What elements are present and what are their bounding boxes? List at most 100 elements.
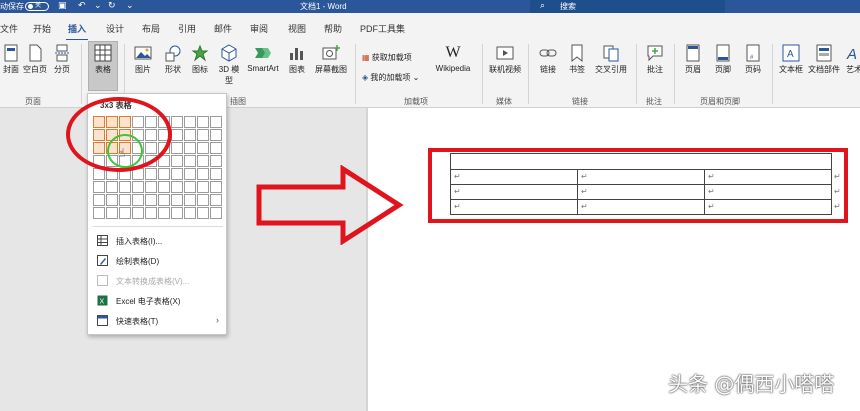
icons-button[interactable]: 图标	[190, 44, 210, 75]
pencil-table-icon	[97, 255, 108, 266]
cover-page-button[interactable]: 封面	[0, 44, 22, 75]
table-grid-cell[interactable]	[197, 116, 209, 128]
table-grid-cell[interactable]	[184, 207, 196, 219]
table-grid-cell[interactable]	[145, 181, 157, 193]
shapes-button[interactable]: 形状	[160, 44, 186, 75]
online-video-button[interactable]: 联机视频	[486, 44, 524, 75]
table-grid-cell[interactable]	[132, 181, 144, 193]
undo-dropdown-icon[interactable]: ⌄	[94, 0, 102, 11]
table-grid-cell[interactable]	[93, 194, 105, 206]
table-grid-cell[interactable]	[210, 207, 222, 219]
table-grid-cell[interactable]	[184, 155, 196, 167]
table-grid-cell[interactable]	[158, 194, 170, 206]
text-box-button[interactable]: A 文本框	[776, 44, 806, 75]
table-grid-cell[interactable]	[184, 194, 196, 206]
table-grid-cell[interactable]	[184, 142, 196, 154]
table-grid-cell[interactable]	[197, 142, 209, 154]
table-button[interactable]: 表格	[88, 44, 118, 75]
my-addins-button[interactable]: ◈ 我的加载项 ⌄	[362, 72, 419, 83]
smartart-button[interactable]: SmartArt	[244, 44, 282, 73]
table-grid-cell[interactable]	[145, 207, 157, 219]
quick-parts-button[interactable]: 文档部件	[806, 44, 842, 75]
table-grid-cell[interactable]	[106, 207, 118, 219]
tab-file[interactable]: 文件	[0, 22, 18, 35]
tab-references[interactable]: 引用	[178, 22, 196, 35]
page-break-button[interactable]: 分页	[50, 44, 74, 75]
table-grid-cell[interactable]	[210, 116, 222, 128]
autosave-toggle[interactable]: 关	[25, 2, 49, 11]
search-box[interactable]: 搜索	[530, 0, 725, 13]
bookmark-button[interactable]: 书签	[564, 44, 590, 75]
table-grid-cell[interactable]	[119, 207, 131, 219]
table-grid-cell[interactable]	[171, 142, 183, 154]
save-icon[interactable]: ▣	[58, 0, 67, 11]
table-grid-cell[interactable]	[119, 194, 131, 206]
customize-qat-icon[interactable]: ⌄	[126, 0, 134, 11]
table-grid-cell[interactable]	[197, 181, 209, 193]
table-grid-cell[interactable]	[210, 129, 222, 141]
ribbon-divider	[81, 44, 82, 104]
pictures-button[interactable]: 图片	[130, 44, 156, 75]
page-number-button[interactable]: # 页码	[740, 44, 766, 75]
table-grid-cell[interactable]	[158, 207, 170, 219]
wordart-button[interactable]: A 艺术	[842, 44, 860, 75]
table-grid-cell[interactable]	[93, 181, 105, 193]
header-icon	[686, 44, 700, 62]
tab-help[interactable]: 帮助	[324, 22, 342, 35]
table-grid-cell[interactable]	[210, 168, 222, 180]
table-grid-cell[interactable]	[210, 181, 222, 193]
table-icon	[97, 235, 108, 246]
tab-design[interactable]: 设计	[106, 22, 124, 35]
table-grid-cell[interactable]	[93, 207, 105, 219]
table-grid-cell[interactable]	[171, 129, 183, 141]
tab-layout[interactable]: 布局	[142, 22, 160, 35]
get-addins-button[interactable]: ▦ 获取加载项	[362, 52, 412, 63]
table-grid-cell[interactable]	[171, 155, 183, 167]
blank-page-button[interactable]: 空白页	[22, 44, 48, 75]
table-grid-cell[interactable]	[171, 207, 183, 219]
smartart-icon	[255, 48, 271, 58]
footer-button[interactable]: 页脚	[710, 44, 736, 75]
link-button[interactable]: 链接	[536, 44, 560, 75]
undo-icon[interactable]: ↶	[78, 0, 86, 11]
comment-button[interactable]: 批注	[642, 44, 668, 75]
table-grid-cell[interactable]	[171, 194, 183, 206]
table-grid-cell[interactable]	[171, 116, 183, 128]
table-grid-cell[interactable]	[106, 194, 118, 206]
table-grid-cell[interactable]	[184, 181, 196, 193]
table-grid-cell[interactable]	[210, 142, 222, 154]
table-grid-cell[interactable]	[171, 181, 183, 193]
wikipedia-button[interactable]: W Wikipedia	[430, 44, 476, 73]
table-grid-cell[interactable]	[197, 207, 209, 219]
table-grid-cell[interactable]	[132, 207, 144, 219]
tab-mailings[interactable]: 邮件	[214, 22, 232, 35]
cross-reference-button[interactable]: 交叉引用	[592, 44, 630, 75]
table-grid-cell[interactable]	[132, 194, 144, 206]
tab-insert[interactable]: 插入	[65, 22, 89, 41]
table-grid-cell[interactable]	[106, 181, 118, 193]
table-grid-cell[interactable]	[119, 181, 131, 193]
chart-button[interactable]: 图表	[286, 44, 308, 75]
table-grid-cell[interactable]	[158, 168, 170, 180]
table-grid-cell[interactable]	[184, 129, 196, 141]
tab-review[interactable]: 审阅	[250, 22, 268, 35]
table-grid-cell[interactable]	[145, 168, 157, 180]
table-grid-cell[interactable]	[210, 194, 222, 206]
tab-view[interactable]: 视图	[288, 22, 306, 35]
table-grid-cell[interactable]	[145, 194, 157, 206]
table-grid-cell[interactable]	[210, 155, 222, 167]
tab-home[interactable]: 开始	[33, 22, 51, 35]
tab-pdf-tools[interactable]: PDF工具集	[360, 22, 405, 35]
table-grid-cell[interactable]	[197, 155, 209, 167]
table-grid-cell[interactable]	[184, 116, 196, 128]
header-button[interactable]: 页眉	[680, 44, 706, 75]
screenshot-button[interactable]: 屏幕截图	[312, 44, 350, 75]
table-grid-cell[interactable]	[171, 168, 183, 180]
3d-models-button[interactable]: 3D 模型	[216, 44, 242, 86]
redo-icon[interactable]: ↻	[108, 0, 116, 11]
table-grid-cell[interactable]	[197, 194, 209, 206]
table-grid-cell[interactable]	[197, 129, 209, 141]
table-grid-cell[interactable]	[197, 168, 209, 180]
table-grid-cell[interactable]	[184, 168, 196, 180]
table-grid-cell[interactable]	[158, 181, 170, 193]
